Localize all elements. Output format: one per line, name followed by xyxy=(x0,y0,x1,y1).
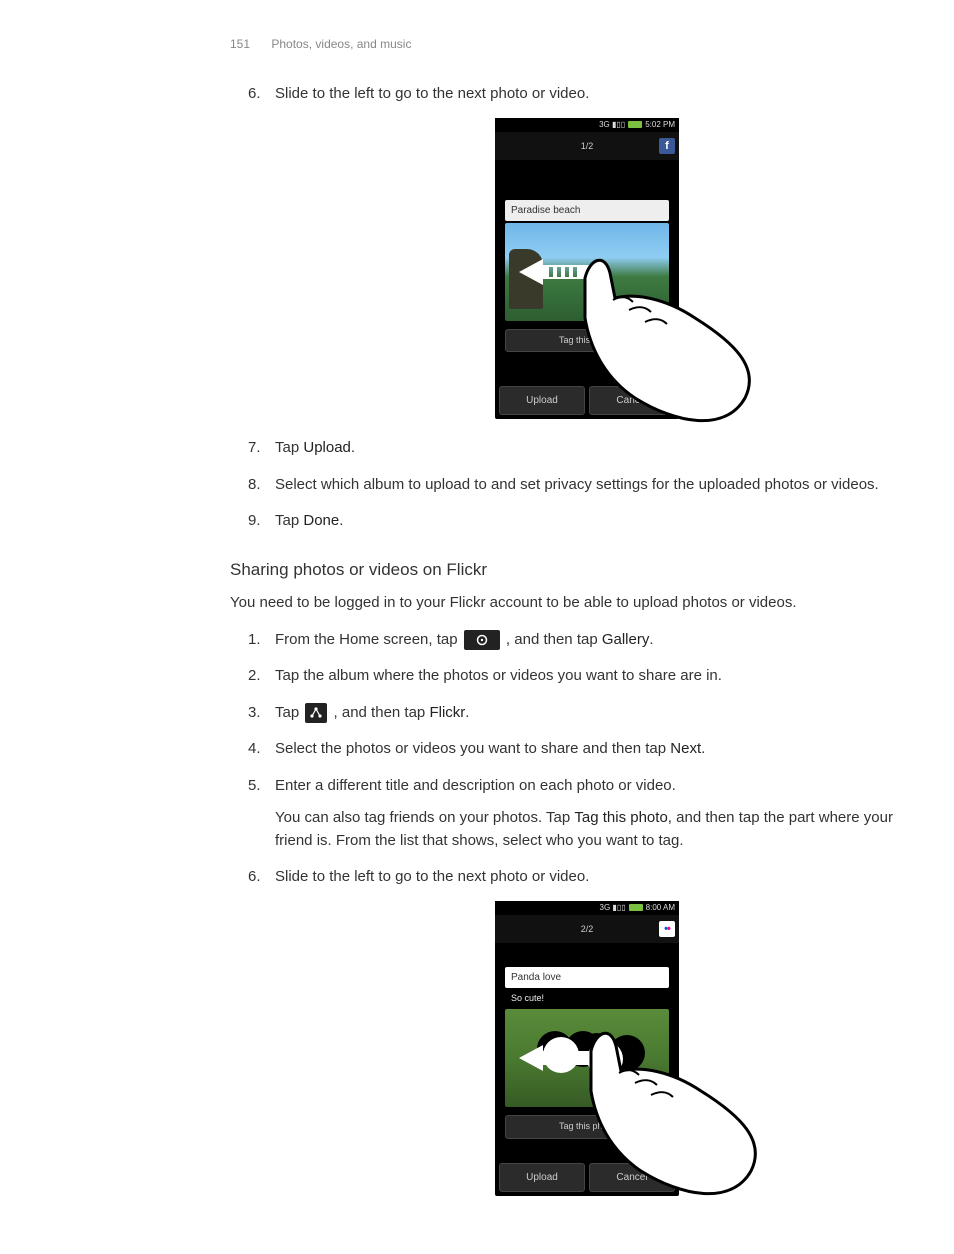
page-number: 151 xyxy=(230,37,250,51)
swipe-arrow-icon xyxy=(519,1045,589,1071)
step-1b: 1. From the Home screen, tap , and then … xyxy=(230,629,899,652)
caption-input[interactable]: Panda love xyxy=(505,967,669,988)
facebook-icon: f xyxy=(659,138,675,154)
photo-preview[interactable] xyxy=(505,1009,669,1107)
chapter-title: Photos, videos, and music xyxy=(271,37,411,51)
tag-photo-button[interactable]: Tag this photo xyxy=(505,329,669,353)
apps-launcher-icon xyxy=(464,630,500,650)
phone-mockup-facebook: 3G ▮▯▯5:02 PM 1/2 f Paradise beach Tag t… xyxy=(495,118,679,420)
step-9a: 9. Tap Done. xyxy=(230,510,899,533)
caption-input[interactable]: Paradise beach xyxy=(505,200,669,221)
step-7a: 7. Tap Upload. xyxy=(230,437,899,460)
phone-mockup-flickr: 3G ▮▯▯8:00 AM 2/2 Panda love So cute! Ta… xyxy=(495,901,679,1196)
upload-button[interactable]: Upload xyxy=(499,1163,585,1192)
tag-photo-button[interactable]: Tag this photo xyxy=(505,1115,669,1139)
upload-button[interactable]: Upload xyxy=(499,386,585,415)
description-input[interactable]: So cute! xyxy=(505,990,669,1008)
step-6a: 6. Slide to the left to go to the next p… xyxy=(230,83,899,419)
step-5b: 5. Enter a different title and descripti… xyxy=(230,775,899,853)
step-5b-sub: You can also tag friends on your photos.… xyxy=(275,807,899,852)
steps-continue: 6. Slide to the left to go to the next p… xyxy=(230,83,899,533)
section-intro: You need to be logged in to your Flickr … xyxy=(230,592,899,615)
title-bar: 1/2 f xyxy=(495,132,679,160)
share-icon xyxy=(305,703,327,723)
status-bar: 3G ▮▯▯5:02 PM xyxy=(495,118,679,132)
section-heading: Sharing photos or videos on Flickr xyxy=(230,557,899,583)
status-bar: 3G ▮▯▯8:00 AM xyxy=(495,901,679,915)
step-3b: 3. Tap , and then tap Flickr. xyxy=(230,702,899,725)
page-header: 151 Photos, videos, and music xyxy=(55,35,899,53)
figure-2: 3G ▮▯▯8:00 AM 2/2 Panda love So cute! Ta… xyxy=(275,901,899,1196)
step-4b: 4. Select the photos or videos you want … xyxy=(230,738,899,761)
cancel-button[interactable]: Cancel xyxy=(589,1163,675,1192)
title-bar: 2/2 xyxy=(495,915,679,943)
steps-flickr: 1. From the Home screen, tap , and then … xyxy=(230,629,899,1196)
step-2b: 2. Tap the album where the photos or vid… xyxy=(230,665,899,688)
cancel-button[interactable]: Cancel xyxy=(589,386,675,415)
step-6b: 6. Slide to the left to go to the next p… xyxy=(230,866,899,1196)
step-8a: 8. Select which album to upload to and s… xyxy=(230,474,899,497)
photo-preview[interactable] xyxy=(505,223,669,321)
figure-1: 3G ▮▯▯5:02 PM 1/2 f Paradise beach Tag t… xyxy=(275,118,899,420)
flickr-icon xyxy=(659,921,675,937)
swipe-arrow-icon xyxy=(519,259,589,285)
